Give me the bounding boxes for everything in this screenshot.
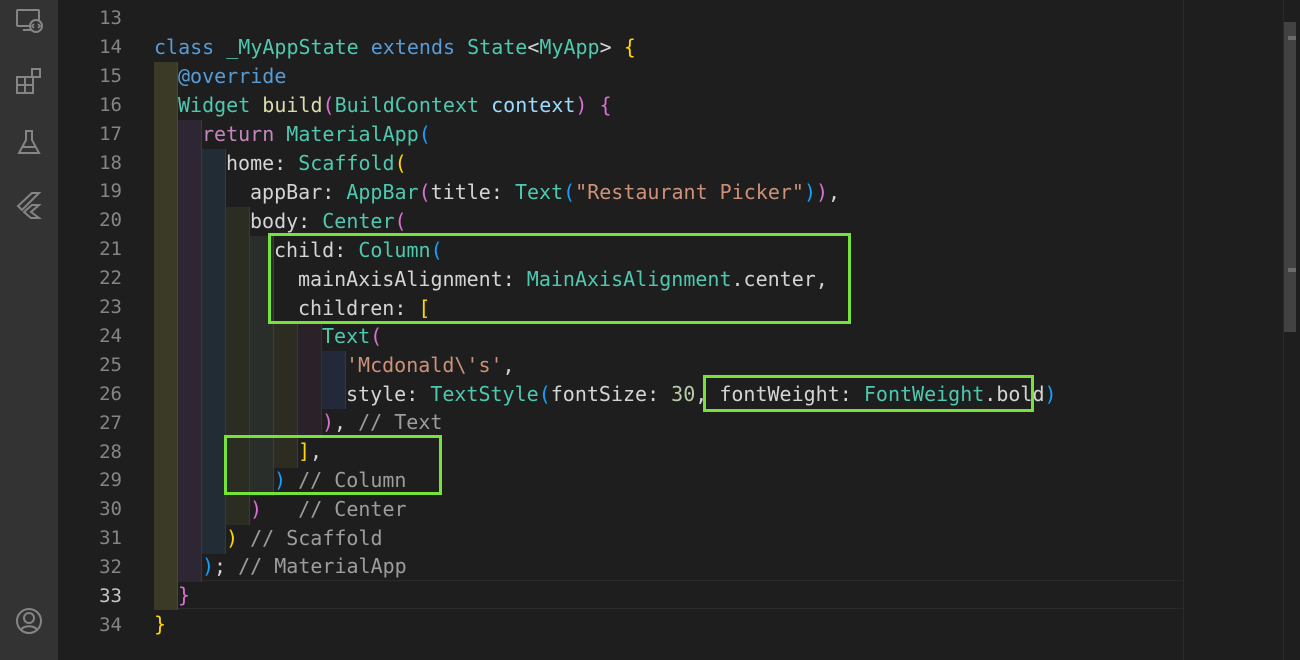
line-number: 21 bbox=[99, 238, 122, 261]
testing-icon[interactable] bbox=[14, 128, 44, 158]
code-area[interactable]: class _MyAppState extends State<MyApp> {… bbox=[154, 0, 1182, 660]
line-number: 31 bbox=[99, 527, 122, 550]
activity-bar bbox=[0, 0, 58, 660]
line-number: 29 bbox=[99, 469, 122, 492]
code-line-22: mainAxisAlignment: MainAxisAlignment.cen… bbox=[298, 267, 828, 291]
indent-guide bbox=[178, 120, 202, 582]
flutter-icon[interactable] bbox=[14, 190, 44, 220]
minimap-divider bbox=[1183, 0, 1184, 660]
line-number: 32 bbox=[99, 556, 122, 579]
code-line-34: } bbox=[154, 612, 167, 636]
code-line-33: } bbox=[178, 583, 191, 607]
line-number-gutter: 13 14 15 16 17 18 19 20 21 22 23 24 25 26 27 28 29 30 31 32… bbox=[58, 0, 148, 660]
code-line-29: ) // Column bbox=[274, 468, 407, 492]
code-line-24: Text( bbox=[322, 324, 383, 348]
code-line-25: 'Mcdonald\'s', bbox=[346, 353, 515, 377]
scrollbar-thumb[interactable] bbox=[1284, 22, 1296, 332]
code-line-31: ) // Scaffold bbox=[226, 526, 383, 550]
indent-guide bbox=[226, 207, 250, 525]
scrollbar-marker bbox=[1288, 36, 1296, 40]
line-number: 14 bbox=[99, 35, 122, 58]
code-editor[interactable]: 13 14 15 16 17 18 19 20 21 22 23 24 25 26 27 28 29 30 31 32… bbox=[58, 0, 1300, 660]
indent-guide bbox=[202, 149, 226, 554]
line-number: 25 bbox=[99, 353, 122, 376]
code-line-19: appBar: AppBar(title: Text("Restaurant P… bbox=[250, 180, 841, 204]
code-line-27: ), // Text bbox=[322, 410, 443, 434]
code-line-18: home: Scaffold( bbox=[226, 151, 407, 175]
code-line-26: style: TextStyle(fontSize: 30, fontWeigh… bbox=[346, 382, 1057, 406]
code-line-20: body: Center( bbox=[250, 209, 407, 233]
code-line-16: Widget build(BuildContext context) { bbox=[178, 93, 612, 117]
code-line-14: class _MyAppState extends State<MyApp> { bbox=[154, 35, 636, 59]
indent-guide bbox=[250, 236, 274, 496]
line-number: 28 bbox=[99, 440, 122, 463]
code-line-32: ); // MaterialApp bbox=[202, 554, 407, 578]
account-icon[interactable] bbox=[14, 606, 44, 636]
code-line-28: ], bbox=[298, 439, 323, 463]
line-number: 33 bbox=[99, 585, 122, 607]
line-number: 20 bbox=[99, 209, 122, 232]
line-number: 18 bbox=[99, 151, 122, 174]
line-number: 26 bbox=[99, 382, 122, 405]
line-number: 27 bbox=[99, 411, 122, 434]
line-number: 24 bbox=[99, 324, 122, 347]
code-line-17: return MaterialApp( bbox=[202, 122, 431, 146]
line-number: 22 bbox=[99, 267, 122, 290]
remote-explorer-icon[interactable] bbox=[14, 6, 44, 36]
line-number: 13 bbox=[99, 7, 122, 29]
line-number: 23 bbox=[99, 296, 122, 318]
line-number: 17 bbox=[99, 122, 122, 145]
code-line-15: @override bbox=[178, 64, 287, 88]
code-line-30: ) // Center bbox=[250, 497, 407, 521]
indent-guide bbox=[274, 322, 298, 468]
extensions-icon[interactable] bbox=[14, 66, 44, 96]
line-number: 16 bbox=[99, 93, 122, 116]
line-number: 15 bbox=[99, 64, 122, 87]
line-number: 19 bbox=[99, 180, 122, 203]
indent-guide bbox=[154, 62, 178, 610]
line-number: 30 bbox=[99, 498, 122, 521]
code-line-21: child: Column( bbox=[274, 238, 443, 262]
line-number: 34 bbox=[99, 613, 122, 636]
indent-guide bbox=[322, 351, 346, 409]
indent-guide bbox=[298, 322, 322, 438]
code-line-23: children: [ bbox=[298, 296, 431, 320]
scrollbar-marker bbox=[1288, 268, 1296, 272]
